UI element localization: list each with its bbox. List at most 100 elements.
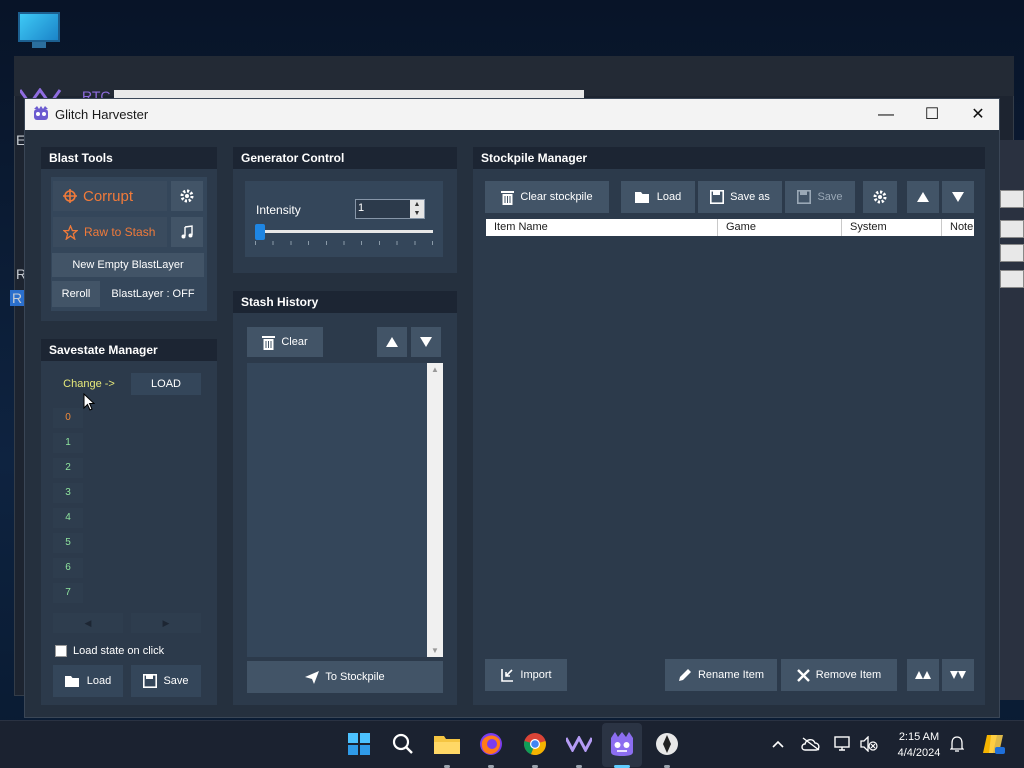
load-savestate-top-button[interactable]: LOAD <box>131 373 201 395</box>
stash-move-up-button[interactable] <box>377 327 407 357</box>
stockpile-manager-panel: Stockpile Manager Clear stockpile Load S… <box>473 147 985 705</box>
show-hidden-icons-button[interactable] <box>768 731 788 757</box>
folder-icon <box>434 736 460 754</box>
clear-stockpile-button[interactable]: Clear stockpile <box>485 181 609 213</box>
to-stockpile-label: To Stockpile <box>325 671 385 683</box>
music-button[interactable] <box>171 217 203 247</box>
to-stockpile-button[interactable]: To Stockpile <box>247 661 443 693</box>
clear-stash-button[interactable]: Clear <box>247 327 323 357</box>
new-empty-blastlayer-button[interactable]: New Empty BlastLayer <box>52 253 204 277</box>
load-state-on-click-label: Load state on click <box>73 645 165 657</box>
blastlayer-toggle-button[interactable]: BlastLayer : OFF <box>103 281 203 307</box>
stash-move-down-button[interactable] <box>411 327 441 357</box>
stockpile-manager-title: Stockpile Manager <box>473 147 985 169</box>
close-button[interactable]: ✕ <box>955 99 1001 130</box>
helmet-app-icon <box>656 733 678 755</box>
chrome-taskbar-button[interactable] <box>522 731 548 757</box>
arrow-down-icon <box>420 337 432 347</box>
import-icon <box>501 669 514 682</box>
reroll-button[interactable]: Reroll <box>52 281 100 307</box>
save-disk-icon <box>710 190 725 204</box>
blast-tools-panel: Blast Tools Corrupt Raw to Stash New Emp… <box>41 147 217 321</box>
star-icon <box>63 224 78 240</box>
column-game[interactable]: Game <box>718 219 842 236</box>
start-button[interactable] <box>346 731 372 757</box>
change-savestate-button[interactable]: Change -> <box>53 373 125 395</box>
crosshair-icon <box>63 189 77 203</box>
copilot-button[interactable] <box>980 731 1006 757</box>
trash-icon <box>262 335 276 350</box>
stockpile-table-body[interactable] <box>486 237 974 647</box>
stockpile-settings-button[interactable] <box>863 181 897 213</box>
volume-tray-icon[interactable] <box>858 731 880 757</box>
stockpile-load-button[interactable]: Load <box>621 181 695 213</box>
arrow-up-icon <box>917 192 929 202</box>
savestate-slot[interactable]: 6 <box>53 558 83 578</box>
column-system[interactable]: System <box>842 219 942 236</box>
load-state-on-click-checkbox[interactable] <box>55 645 67 657</box>
save-disk-icon <box>143 674 158 688</box>
taskbar-clock[interactable]: 2:15 AM 4/4/2024 <box>884 729 954 761</box>
search-button[interactable] <box>390 731 416 757</box>
savestate-load-button[interactable]: Load <box>53 665 123 697</box>
stockpile-save-button[interactable]: Save <box>785 181 855 213</box>
column-note[interactable]: Note <box>942 219 974 236</box>
rtc-logo-icon <box>566 736 592 752</box>
intensity-spinbox[interactable]: 1 ▲ ▼ <box>355 199 425 219</box>
savestate-slot[interactable]: 3 <box>53 483 83 503</box>
windows-logo-icon <box>348 733 370 755</box>
savestate-slot[interactable]: 5 <box>53 533 83 553</box>
stash-history-list[interactable] <box>247 363 427 657</box>
generator-control-panel: Generator Control Intensity 1 ▲ ▼ <box>233 147 457 273</box>
chrome-icon <box>524 733 546 756</box>
stockpile-move-up-button[interactable] <box>907 181 939 213</box>
stockpile-save-as-button[interactable]: Save as <box>698 181 782 213</box>
rename-item-button[interactable]: Rename Item <box>665 659 777 691</box>
arrow-up-icon <box>386 337 398 347</box>
app-taskbar-button[interactable] <box>654 731 680 757</box>
stash-history-scrollbar[interactable]: ▲ ▼ <box>427 363 443 657</box>
firefox-taskbar-button[interactable] <box>478 731 504 757</box>
raw-to-stash-button[interactable]: Raw to Stash <box>53 217 167 247</box>
rtc-taskbar-button[interactable] <box>566 731 592 757</box>
raw-to-stash-label: Raw to Stash <box>84 225 156 239</box>
savestate-slot[interactable]: 7 <box>53 583 83 603</box>
corrupt-settings-button[interactable] <box>171 181 203 211</box>
stockpile-move-down-button[interactable] <box>942 181 974 213</box>
minimize-button[interactable]: — <box>863 99 909 130</box>
savestate-next-page-button[interactable]: ▶ <box>131 613 201 633</box>
stockpile-load-label: Load <box>656 191 682 203</box>
remove-item-button[interactable]: Remove Item <box>781 659 897 691</box>
intensity-spin-arrows[interactable]: ▲ ▼ <box>410 200 424 218</box>
intensity-slider[interactable] <box>255 224 433 251</box>
firefox-icon <box>480 733 502 755</box>
savestate-slot[interactable]: 0 <box>53 408 83 428</box>
this-pc-desktop-icon[interactable] <box>18 12 60 50</box>
glitch-harvester-taskbar-button[interactable] <box>609 731 635 757</box>
move-to-bottom-button[interactable] <box>942 659 974 691</box>
savestate-slot[interactable]: 1 <box>53 433 83 453</box>
notifications-button[interactable] <box>946 731 968 757</box>
blast-tools-title: Blast Tools <box>41 147 217 169</box>
savestate-prev-page-button[interactable]: ◀ <box>53 613 123 633</box>
stash-history-title: Stash History <box>233 291 457 313</box>
move-to-top-button[interactable] <box>907 659 939 691</box>
column-item-name[interactable]: Item Name <box>486 219 718 236</box>
file-explorer-taskbar-button[interactable] <box>434 731 460 757</box>
network-icon <box>834 736 850 751</box>
import-button[interactable]: Import <box>485 659 567 691</box>
savestate-save-button[interactable]: Save <box>131 665 201 697</box>
corrupt-label: Corrupt <box>83 187 134 205</box>
clock-date: 4/4/2024 <box>897 747 941 759</box>
stockpile-save-as-label: Save as <box>730 191 770 203</box>
network-tray-icon[interactable] <box>832 731 854 757</box>
corrupt-button[interactable]: Corrupt <box>53 181 167 211</box>
savestate-slot[interactable]: 2 <box>53 458 83 478</box>
bell-icon <box>950 736 964 752</box>
intensity-slider-thumb[interactable] <box>255 224 265 240</box>
maximize-button[interactable]: ☐ <box>909 99 955 130</box>
arrow-down-icon <box>952 192 964 202</box>
chevron-up-icon <box>772 740 784 748</box>
onedrive-tray-icon[interactable] <box>800 731 822 757</box>
savestate-slot[interactable]: 4 <box>53 508 83 528</box>
